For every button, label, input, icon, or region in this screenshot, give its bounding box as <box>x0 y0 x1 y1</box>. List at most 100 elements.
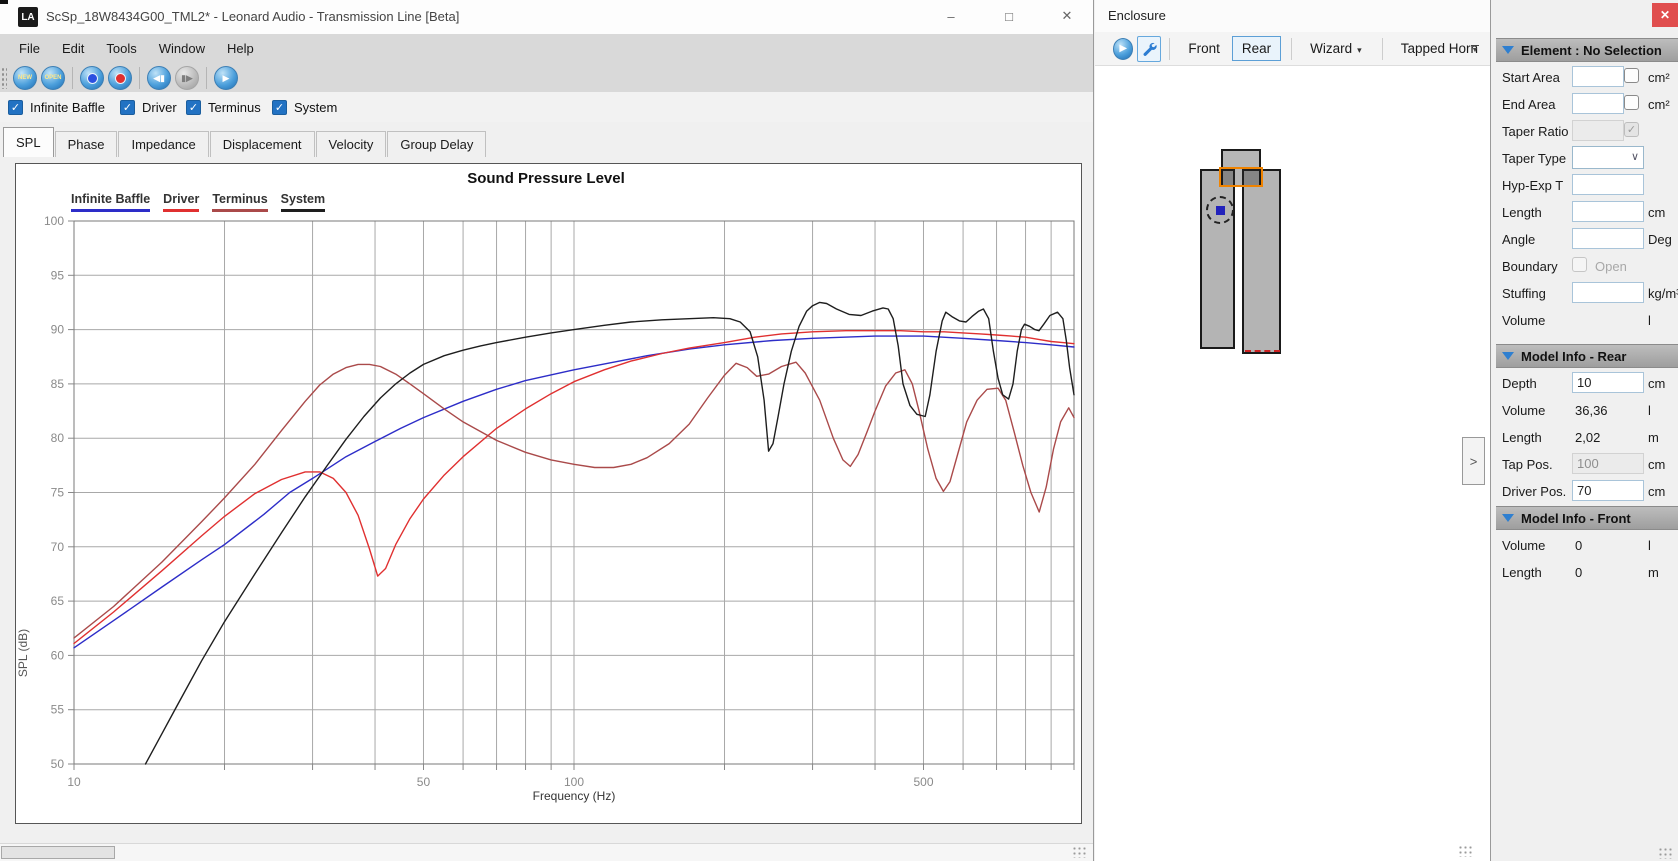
window-title: ScSp_18W8434G00_TML2* - Leonard Audio - … <box>46 9 459 24</box>
end-area-checkbox[interactable] <box>1624 95 1639 110</box>
enclosure-view-buttons: FrontRearWizard▾Tapped Horn <box>1178 36 1490 61</box>
checkbox-icon[interactable]: ✓ <box>186 100 201 115</box>
length-field[interactable] <box>1572 201 1644 222</box>
property-row-length: Lengthcm <box>1496 199 1678 226</box>
svg-text:95: 95 <box>51 268 65 282</box>
horizontal-scrollbar[interactable] <box>0 843 1093 861</box>
property-label: Boundary <box>1502 259 1558 274</box>
title-bar: LA ScSp_18W8434G00_TML2* - Leonard Audio… <box>0 0 1093 34</box>
svg-text:50: 50 <box>417 775 431 789</box>
section-header[interactable]: Model Info - Rear <box>1496 344 1678 368</box>
menu-file[interactable]: File <box>8 34 51 64</box>
series-toggle-bar: ✓Infinite Baffle✓Driver✓Terminus✓System <box>0 92 1093 122</box>
chevron-down-icon: ∨ <box>1631 150 1639 163</box>
scrollbar-thumb[interactable] <box>1 846 115 859</box>
section-model-info-rear: Model Info - RearDepth10cmVolume36,36lLe… <box>1496 344 1678 505</box>
tab-group-delay[interactable]: Group Delay <box>387 131 486 157</box>
calculate-button[interactable]: ▶ <box>1113 38 1133 60</box>
menu-edit[interactable]: Edit <box>51 34 95 64</box>
panel-close-button[interactable]: ✕ <box>1652 3 1678 27</box>
enclosure-button-wizard[interactable]: Wizard▾ <box>1300 36 1372 61</box>
property-row-length: Length2,02m <box>1496 424 1678 451</box>
new-button[interactable]: NEW <box>13 66 37 90</box>
close-button[interactable]: ✕ <box>1044 0 1090 32</box>
enclosure-button-rear[interactable]: Rear <box>1232 36 1281 61</box>
resize-grip[interactable] <box>1658 847 1674 859</box>
enclosure-button-front[interactable]: Front <box>1178 36 1230 61</box>
property-row-length: Length0m <box>1496 559 1678 586</box>
section-title: Model Info - Front <box>1521 511 1631 526</box>
property-label: Taper Type <box>1502 151 1566 166</box>
taper-ratio-field <box>1572 120 1624 141</box>
red-marker-button[interactable] <box>108 66 132 90</box>
stuffing-field[interactable] <box>1572 282 1644 303</box>
svg-text:90: 90 <box>51 323 65 337</box>
toggle-terminus[interactable]: ✓Terminus <box>186 100 261 115</box>
front-duct-shape[interactable] <box>1242 169 1281 354</box>
length-value: 2,02 <box>1575 430 1600 445</box>
enclosure-canvas[interactable] <box>1095 66 1490 861</box>
angle-field[interactable] <box>1572 228 1644 249</box>
hyp-exp-t-field[interactable] <box>1572 174 1644 195</box>
checkbox-label: System <box>294 100 337 115</box>
tab-impedance[interactable]: Impedance <box>118 131 208 157</box>
pause-button[interactable]: ▮▶ <box>175 66 199 90</box>
property-label: Driver Pos. <box>1502 484 1566 499</box>
section-header[interactable]: Model Info - Front <box>1496 506 1678 530</box>
play-button[interactable]: ▶ <box>214 66 238 90</box>
svg-text:85: 85 <box>51 377 65 391</box>
property-row-volume: Volume36,36l <box>1496 397 1678 424</box>
collapse-triangle-icon <box>1502 46 1514 54</box>
app-icon: LA <box>18 7 38 27</box>
skip-back-button[interactable]: ◀▮ <box>147 66 171 90</box>
open-button[interactable]: OPEN <box>41 66 65 90</box>
property-label: Angle <box>1502 232 1535 247</box>
unit-label: kg/m³ <box>1648 286 1678 301</box>
x-axis-label: Frequency (Hz) <box>274 789 874 803</box>
blue-marker-button[interactable] <box>80 66 104 90</box>
minimize-button[interactable]: – <box>928 0 974 32</box>
enclosure-window: Enclosure ▶ FrontRearWizard▾Tapped Horn … <box>1095 0 1491 861</box>
toggle-driver[interactable]: ✓Driver <box>120 100 177 115</box>
taper-type-dropdown[interactable]: ∨ <box>1572 146 1644 169</box>
start-area-checkbox[interactable] <box>1624 68 1639 83</box>
checkbox-icon[interactable]: ✓ <box>120 100 135 115</box>
property-label: Tap Pos. <box>1502 457 1553 472</box>
resize-grip[interactable] <box>1072 846 1088 858</box>
section-rows: Volume0lLength0m <box>1496 530 1678 586</box>
start-area-field[interactable] <box>1572 66 1624 87</box>
tab-spl[interactable]: SPL <box>3 127 54 157</box>
tab-phase[interactable]: Phase <box>55 131 118 157</box>
property-row-angle: AngleDeg <box>1496 226 1678 253</box>
property-row-stuffing: Stuffingkg/m³ <box>1496 280 1678 307</box>
svg-text:70: 70 <box>51 540 65 554</box>
end-area-field[interactable] <box>1572 93 1624 114</box>
properties-panel: ✕ Element : No SelectionStart Areacm²End… <box>1496 0 1678 861</box>
tab-displacement[interactable]: Displacement <box>210 131 315 157</box>
tab-velocity[interactable]: Velocity <box>316 131 387 157</box>
section-header[interactable]: Element : No Selection <box>1496 38 1678 62</box>
menu-window[interactable]: Window <box>148 34 216 64</box>
maximize-button[interactable]: □ <box>986 0 1032 32</box>
panel-expand-handle[interactable]: > <box>1462 437 1485 485</box>
toolbar-grip-handle[interactable] <box>1 67 7 89</box>
main-window: LA ScSp_18W8434G00_TML2* - Leonard Audio… <box>0 0 1094 861</box>
driver-pos--field[interactable]: 70 <box>1572 480 1644 501</box>
checkbox-icon[interactable]: ✓ <box>8 100 23 115</box>
depth-field[interactable]: 10 <box>1572 372 1644 393</box>
toggle-infinite-baffle[interactable]: ✓Infinite Baffle <box>8 100 105 115</box>
property-label: Hyp-Exp T <box>1502 178 1563 193</box>
wrench-tool-button[interactable] <box>1137 36 1161 62</box>
toolbar-overflow-button[interactable]: ▼ <box>1466 38 1484 60</box>
menu-tools[interactable]: Tools <box>95 34 147 64</box>
enclosure-toolbar: ▶ FrontRearWizard▾Tapped Horn ▼ <box>1095 32 1490 66</box>
section-element-no-selection: Element : No SelectionStart Areacm²End A… <box>1496 38 1678 334</box>
volume-value: 36,36 <box>1575 403 1608 418</box>
toggle-system[interactable]: ✓ System <box>272 100 337 115</box>
resize-grip[interactable] <box>1458 845 1474 857</box>
checkbox-icon[interactable]: ✓ <box>272 100 287 115</box>
driver-symbol[interactable] <box>1206 196 1234 224</box>
property-label: Length <box>1502 205 1542 220</box>
collapse-triangle-icon <box>1502 514 1514 522</box>
menu-help[interactable]: Help <box>216 34 265 64</box>
